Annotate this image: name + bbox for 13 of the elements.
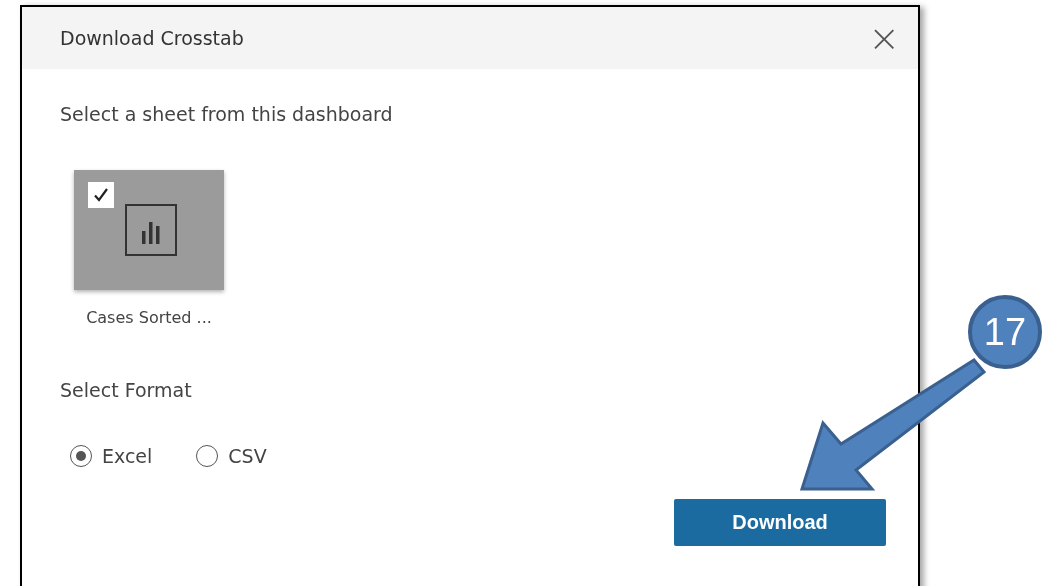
section-label: Select a sheet from this dashboard bbox=[60, 103, 394, 125]
checkbox[interactable] bbox=[88, 182, 114, 208]
dialog-title: Download Crosstab bbox=[60, 27, 244, 49]
close-button[interactable]: × bbox=[864, 19, 904, 57]
sheet-name: Cases Sorted ... bbox=[86, 308, 212, 327]
section-label: Select Format bbox=[60, 379, 193, 401]
step-badge: 17 bbox=[968, 295, 1042, 369]
radio-option[interactable]: CSV bbox=[196, 445, 267, 467]
checkmark-icon bbox=[92, 186, 110, 204]
sheet-thumbnail[interactable] bbox=[74, 170, 224, 290]
bar-chart-icon bbox=[125, 204, 177, 256]
download-button[interactable]: Download bbox=[674, 499, 886, 546]
radio-option[interactable]: Excel bbox=[70, 445, 153, 467]
